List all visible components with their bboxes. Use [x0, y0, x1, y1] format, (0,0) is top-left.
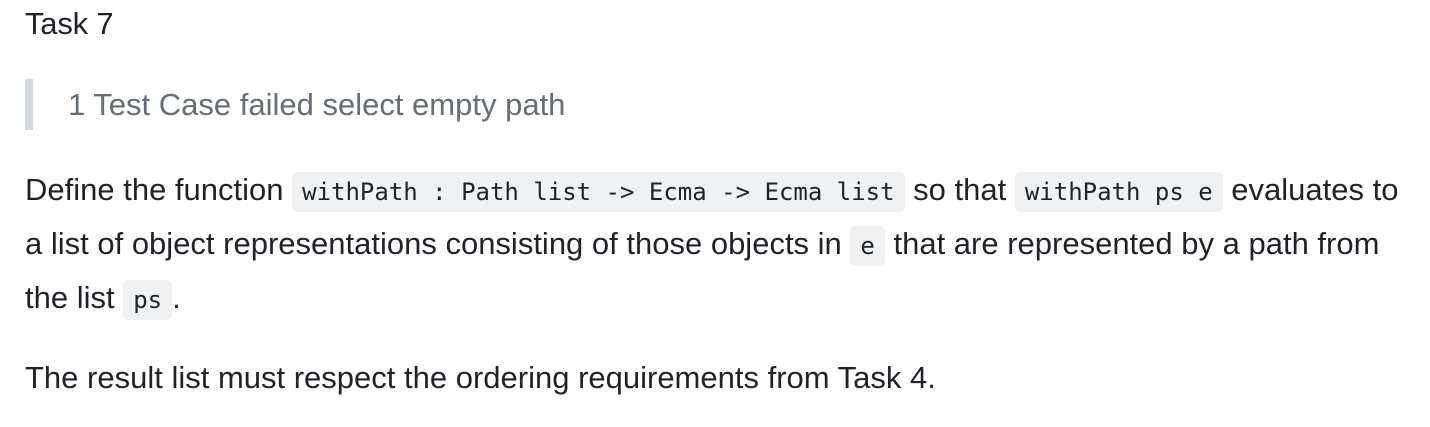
test-status-blockquote: 1 Test Case failed select empty path: [25, 79, 565, 130]
description-text: Define the function: [25, 172, 293, 207]
task-heading: Task 7: [25, 6, 114, 41]
task-page: Task 7 1 Test Case failed select empty p…: [0, 0, 1430, 427]
function-call-code: withPath ps e: [1014, 172, 1223, 212]
description-text: so that: [904, 172, 1015, 207]
param-ps-code: ps: [123, 280, 173, 320]
function-signature-code: withPath : Path list -> Ecma -> Ecma lis…: [292, 172, 905, 212]
ordering-note: The result list must respect the orderin…: [25, 360, 936, 395]
task-description: Define the function withPath : Path list…: [25, 164, 1405, 326]
param-e-code: e: [850, 226, 885, 266]
test-status-text: 1 Test Case failed select empty path: [68, 87, 566, 122]
description-text: .: [172, 280, 181, 315]
